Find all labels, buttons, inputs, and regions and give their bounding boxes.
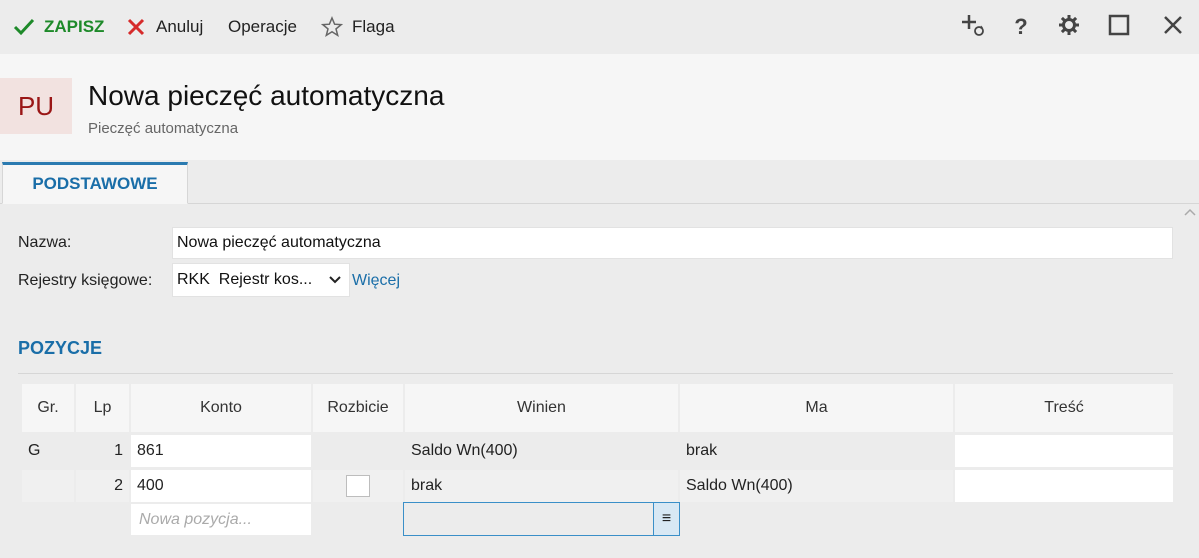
dropdown-list-button[interactable]: ≡ — [653, 503, 679, 535]
cell-tresc[interactable] — [955, 435, 1173, 467]
help-button[interactable]: ? — [1006, 12, 1036, 42]
registers-label: Rejestry księgowe: — [18, 272, 153, 289]
column-header-lp[interactable]: Lp — [76, 384, 131, 432]
star-icon — [320, 15, 344, 39]
rozbicie-checkbox[interactable] — [346, 475, 370, 497]
maximize-button[interactable] — [1104, 12, 1134, 42]
positions-section-title: POZYCJE — [18, 338, 103, 358]
record-header: PU Nowa pieczęć automatyczna Pieczęć aut… — [0, 54, 1199, 160]
cell-tresc[interactable] — [955, 470, 1173, 502]
cell-rozbicie[interactable] — [313, 435, 403, 467]
cell-konto[interactable]: 400 — [131, 470, 311, 502]
section-divider — [18, 373, 1173, 374]
cell-gr[interactable] — [22, 470, 74, 502]
close-icon — [1162, 14, 1184, 41]
column-header-winien[interactable]: Winien — [405, 384, 680, 432]
cell-gr[interactable]: G — [22, 435, 74, 467]
question-mark-icon: ? — [1014, 14, 1028, 39]
name-field[interactable]: Nowa pieczęć automatyczna — [172, 227, 1173, 259]
column-header-konto[interactable]: Konto — [131, 384, 313, 432]
checkmark-icon — [12, 15, 36, 39]
page-subtitle: Pieczęć automatyczna — [88, 120, 239, 137]
save-button-label: ZAPISZ — [44, 17, 105, 36]
menu-icon: ≡ — [661, 510, 672, 527]
cell-winien[interactable]: brak — [405, 470, 678, 502]
add-refresh-icon — [960, 12, 986, 43]
scroll-up-icon[interactable] — [1183, 206, 1197, 220]
cell-winien[interactable]: Saldo Wn(400) — [405, 435, 678, 467]
settings-button[interactable] — [1054, 12, 1084, 42]
cell-lp[interactable]: 1 — [76, 435, 129, 467]
name-label: Nazwa: — [18, 234, 72, 251]
tab-podstawowe[interactable]: PODSTAWOWE — [2, 162, 188, 204]
page-title: Nowa pieczęć automatyczna — [88, 80, 445, 111]
add-new-button[interactable] — [958, 12, 988, 42]
more-link[interactable]: Więcej — [352, 272, 400, 290]
record-type-badge: PU — [0, 78, 72, 134]
column-header-tresc[interactable]: Treść — [955, 384, 1173, 432]
cancel-button[interactable]: Anuluj — [124, 14, 203, 40]
cell-rozbicie[interactable] — [313, 470, 403, 502]
chevron-down-icon — [329, 271, 341, 289]
cell-lp[interactable]: 2 — [76, 470, 129, 502]
operations-menu[interactable]: Operacje — [228, 14, 297, 40]
column-header-ma[interactable]: Ma — [680, 384, 955, 432]
close-x-icon — [124, 15, 148, 39]
cell-ma[interactable]: Saldo Wn(400) — [680, 470, 953, 502]
flag-button[interactable]: Flaga — [320, 14, 395, 40]
registers-select-value: RKK Rejestr kos... — [177, 271, 313, 288]
flag-button-label: Flaga — [352, 17, 395, 36]
tab-strip: PODSTAWOWE — [0, 160, 1199, 204]
operations-menu-label: Operacje — [228, 17, 297, 36]
cell-konto[interactable]: 861 — [131, 435, 311, 467]
close-window-button[interactable] — [1158, 12, 1188, 42]
toolbar: ZAPISZ Anuluj Operacje Flaga ? — [0, 0, 1199, 54]
gear-icon — [1058, 14, 1080, 41]
save-button[interactable]: ZAPISZ — [12, 14, 104, 40]
cell-ma[interactable]: brak — [680, 435, 953, 467]
registers-select[interactable]: RKK Rejestr kos... — [172, 263, 350, 297]
cancel-button-label: Anuluj — [156, 17, 204, 36]
maximize-icon — [1108, 14, 1130, 41]
column-header-gr[interactable]: Gr. — [22, 384, 76, 432]
new-position-input[interactable]: Nowa pozycja... — [131, 504, 311, 535]
column-header-rozbicie[interactable]: Rozbicie — [313, 384, 405, 432]
winien-dropdown[interactable]: ≡ — [403, 502, 680, 536]
